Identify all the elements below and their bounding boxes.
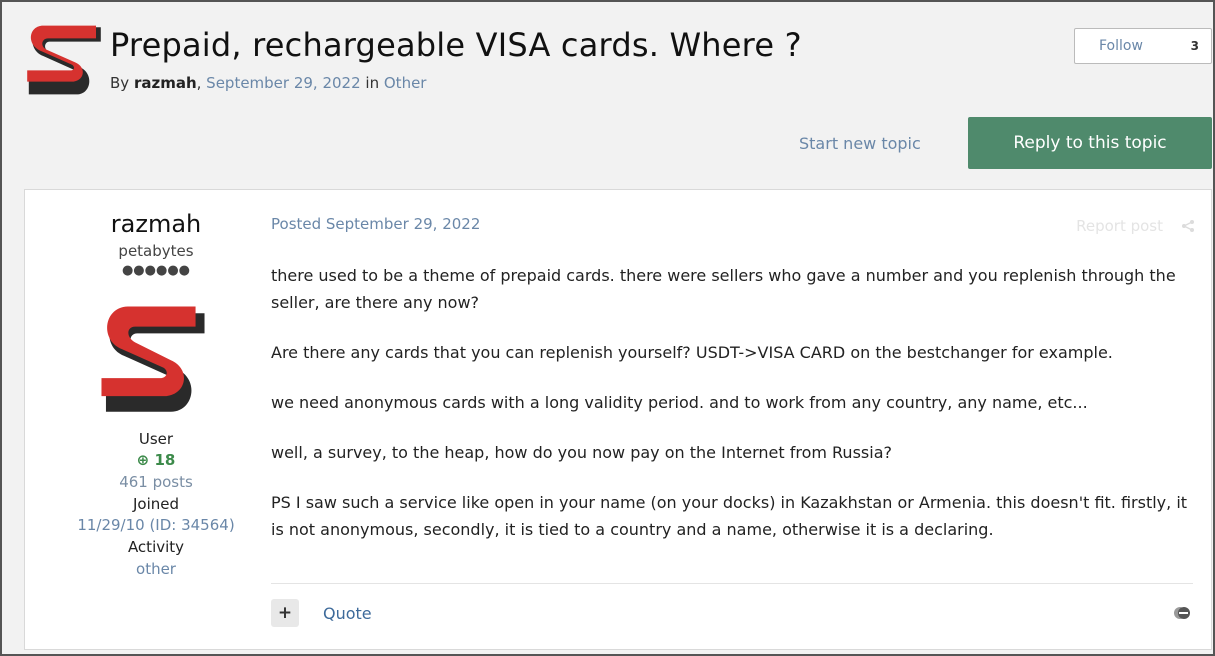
topic-byline: By razmah, September 29, 2022 in Other [110,74,426,92]
activity-value: other [136,560,176,578]
byline-sep: , [196,74,207,92]
post-paragraph: well, a survey, to the heap, how do you … [271,443,892,462]
post-author-name[interactable]: razmah [25,210,287,238]
report-post-link[interactable]: Report post [1076,217,1163,235]
multiquote-plus-button[interactable]: + [271,599,299,627]
follow-label: Follow [1099,38,1143,54]
avatar[interactable] [97,302,209,414]
rank-pips: ●●●●●● [121,263,191,278]
page-frame: Prepaid, rechargeable VISA cards. Where … [0,0,1215,656]
reputation-badge: ⊕ 18 [136,451,176,469]
topic-date-link[interactable]: September 29, 2022 [206,74,360,92]
post-divider [271,583,1193,584]
post-paragraph: we need anonymous cards with a long vali… [271,393,1088,412]
post-paragraph: there used to be a theme of prepaid card… [271,266,1176,312]
forum-logo-icon [27,25,101,95]
post-container: razmah petabytes ●●●●●● User ⊕ 18 461 po… [24,189,1212,650]
quote-link[interactable]: Quote [323,604,372,623]
share-icon[interactable] [1181,219,1195,233]
reaction-icon[interactable] [1173,604,1191,622]
topic-title: Prepaid, rechargeable VISA cards. Where … [110,26,802,64]
post-paragraph: PS I saw such a service like open in you… [271,493,1188,539]
post-author-title: petabytes [118,242,194,260]
post-content: there used to be a theme of prepaid card… [271,262,1201,566]
activity-label: Activity [127,538,185,556]
post-date[interactable]: Posted September 29, 2022 [271,215,480,233]
reply-to-topic-button[interactable]: Reply to this topic [968,117,1212,169]
byline-prefix: By [110,74,134,92]
byline-in: in [360,74,384,92]
topic-forum-link[interactable]: Other [384,74,427,92]
follow-button[interactable]: Follow 3 [1074,28,1212,64]
start-new-topic-link[interactable]: Start new topic [799,134,921,153]
user-group: User [138,430,174,448]
post-paragraph: Are there any cards that you can repleni… [271,343,1113,362]
post-count: 461 posts [119,473,193,491]
joined-value: 11/29/10 (ID: 34564) [77,516,235,534]
joined-label: Joined [132,495,180,513]
follow-count: 3 [1190,39,1199,53]
topic-author-link[interactable]: razmah [134,74,197,92]
